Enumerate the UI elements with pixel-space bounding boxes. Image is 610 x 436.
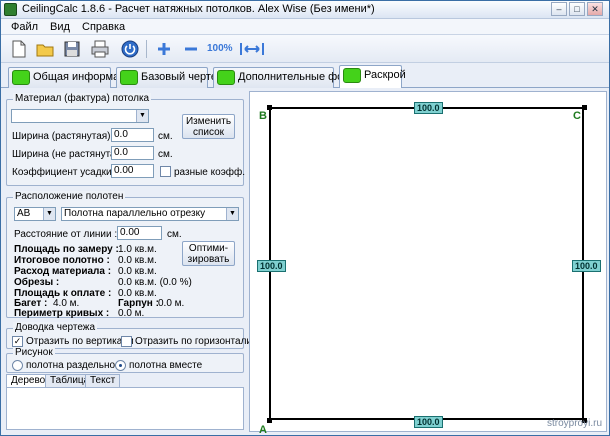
different-coef-checkbox[interactable] bbox=[160, 166, 171, 177]
tab-status-icon bbox=[12, 70, 30, 85]
together-radio[interactable] bbox=[115, 360, 126, 371]
side-select-value: AB bbox=[17, 208, 31, 219]
stat-value: 1.0 кв.м. bbox=[118, 244, 157, 255]
menu-bar: Файл Вид Справка bbox=[1, 19, 609, 35]
group-title: Материал (фактура) потолка bbox=[13, 93, 152, 104]
distance-unit-label: см. bbox=[167, 229, 182, 240]
open-folder-icon[interactable] bbox=[35, 39, 55, 59]
group-title: Доводка чертежа bbox=[13, 322, 98, 333]
shrink-coef-field[interactable]: 0.00 bbox=[111, 164, 154, 178]
change-list-button[interactable]: Изменить список bbox=[182, 114, 235, 139]
direction-select[interactable]: Полотна параллельно отрезку ▼ bbox=[61, 207, 239, 221]
drawing-canvas[interactable]: B C A 100.0 100.0 100.0 100.0 stroyproyi… bbox=[249, 91, 607, 436]
window-title: CeilingCalc 1.8.6 - Расчет натяжных пото… bbox=[22, 3, 375, 15]
toolbar: 100% bbox=[1, 35, 609, 63]
menu-view[interactable]: Вид bbox=[50, 21, 70, 33]
corner-label-c: C bbox=[573, 110, 581, 122]
corner-point-a[interactable] bbox=[267, 418, 272, 423]
left-panel: Материал (фактура) потолка ▼ Изменить сп… bbox=[6, 93, 252, 430]
material-group: Материал (фактура) потолка ▼ Изменить сп… bbox=[6, 93, 246, 186]
drawing-refine-group: Доводка чертежа ✓ Отразить по вертикали … bbox=[6, 322, 252, 349]
corner-label-b: B bbox=[259, 110, 267, 122]
width-unit-label: см. bbox=[158, 131, 173, 142]
stat-value: 0.0 кв.м. bbox=[118, 266, 157, 277]
width-unstretched-field[interactable]: 0.0 bbox=[111, 146, 154, 160]
toolbar-separator bbox=[146, 40, 147, 58]
watermark: stroyproyi.ru bbox=[546, 418, 602, 429]
different-coef-label: разные коэфф. bbox=[174, 167, 246, 178]
tab-general-info[interactable]: Общая информация bbox=[8, 67, 138, 88]
picture-group: Рисунок полотна раздельно полотна вместе bbox=[6, 347, 244, 373]
tab-text[interactable]: Текст bbox=[85, 374, 121, 388]
width-stretched-label: Ширина (растянутая) : bbox=[12, 131, 117, 142]
stat-label: Площадь по замеру : bbox=[14, 244, 119, 255]
direction-select-value: Полотна параллельно отрезку bbox=[64, 208, 206, 219]
corner-label-a: A bbox=[259, 424, 267, 436]
side-select[interactable]: AB ▼ bbox=[14, 207, 56, 221]
separately-label: полотна раздельно bbox=[26, 360, 116, 371]
dimension-right[interactable]: 100.0 bbox=[572, 260, 601, 272]
corner-point-c[interactable] bbox=[582, 105, 587, 110]
maximize-button[interactable]: □ bbox=[569, 2, 585, 16]
dimension-top[interactable]: 100.0 bbox=[414, 102, 443, 114]
app-icon bbox=[4, 3, 17, 16]
width-stretched-field[interactable]: 0.0 bbox=[111, 128, 154, 142]
chevron-down-icon: ▼ bbox=[226, 208, 238, 220]
app-window: CeilingCalc 1.8.6 - Расчет натяжных пото… bbox=[0, 0, 610, 436]
distance-label: Расстояние от линии : bbox=[14, 229, 118, 240]
menu-file[interactable]: Файл bbox=[11, 21, 38, 33]
separately-radio[interactable] bbox=[12, 360, 23, 371]
chevron-down-icon: ▼ bbox=[43, 208, 55, 220]
together-label: полотна вместе bbox=[129, 360, 203, 371]
flip-vertical-label: Отразить по вертикали bbox=[26, 336, 134, 347]
tab-status-icon bbox=[120, 70, 138, 85]
menu-help[interactable]: Справка bbox=[82, 21, 125, 33]
close-button[interactable]: ✕ bbox=[587, 2, 603, 16]
zoom-in-icon[interactable] bbox=[154, 39, 174, 59]
flip-horizontal-label: Отразить по горизонтали bbox=[135, 336, 253, 347]
flip-vertical-checkbox[interactable]: ✓ bbox=[12, 336, 23, 347]
tab-label: Базовый чертеж bbox=[141, 71, 225, 83]
corner-point-b[interactable] bbox=[267, 105, 272, 110]
optimize-button[interactable]: Оптими-зировать bbox=[182, 241, 235, 266]
stat-label: Обрезы : bbox=[14, 277, 60, 288]
stat-value: 0.0 кв.м. bbox=[118, 255, 157, 266]
width-unit-label-2: см. bbox=[158, 149, 173, 160]
tab-additional-shapes[interactable]: Дополнительные формы bbox=[213, 67, 365, 88]
tab-status-icon bbox=[217, 70, 235, 85]
tab-tree[interactable]: Дерево bbox=[6, 374, 51, 388]
tree-panel[interactable] bbox=[6, 387, 244, 430]
dimension-bottom[interactable]: 100.0 bbox=[414, 416, 443, 428]
power-icon[interactable] bbox=[120, 39, 140, 59]
stat-label: Итоговое полотно : bbox=[14, 255, 110, 266]
zoom-out-icon[interactable] bbox=[181, 39, 201, 59]
perimeter-value: 0.0 м. bbox=[118, 308, 145, 319]
perimeter-label: Периметр кривых : bbox=[14, 308, 110, 319]
dimension-left[interactable]: 100.0 bbox=[257, 260, 286, 272]
tab-status-icon bbox=[343, 68, 361, 83]
print-icon[interactable] bbox=[90, 39, 110, 59]
ceiling-outline bbox=[269, 107, 584, 420]
title-bar: CeilingCalc 1.8.6 - Расчет натяжных пото… bbox=[1, 1, 609, 19]
group-title: Рисунок bbox=[13, 347, 55, 358]
main-tabs: Общая информация Базовый чертеж Дополнит… bbox=[1, 64, 609, 88]
flip-horizontal-checkbox[interactable] bbox=[121, 336, 132, 347]
zoom-100-icon[interactable]: 100% bbox=[207, 39, 233, 59]
fit-icon[interactable] bbox=[239, 39, 265, 59]
tab-label: Раскрой bbox=[364, 69, 406, 81]
layout-group: Расположение полотен AB ▼ Полотна паралл… bbox=[6, 191, 244, 319]
chevron-down-icon: ▼ bbox=[136, 110, 148, 122]
save-icon[interactable] bbox=[62, 39, 82, 59]
distance-field[interactable]: 0.00 bbox=[117, 226, 162, 240]
new-document-icon[interactable] bbox=[9, 39, 29, 59]
stat-label: Расход материала : bbox=[14, 266, 112, 277]
bottom-tabs: Дерево Таблица Текст bbox=[6, 374, 244, 388]
harpoon-value: 0.0 м. bbox=[158, 298, 185, 309]
tab-base-drawing[interactable]: Базовый чертеж bbox=[116, 67, 224, 88]
group-title: Расположение полотен bbox=[13, 191, 126, 202]
tab-cutting[interactable]: Раскрой bbox=[339, 65, 406, 88]
stat-value: 0.0 кв.м. (0.0 %) bbox=[118, 277, 192, 288]
minimize-button[interactable]: – bbox=[551, 2, 567, 16]
material-select[interactable]: ▼ bbox=[11, 109, 149, 123]
